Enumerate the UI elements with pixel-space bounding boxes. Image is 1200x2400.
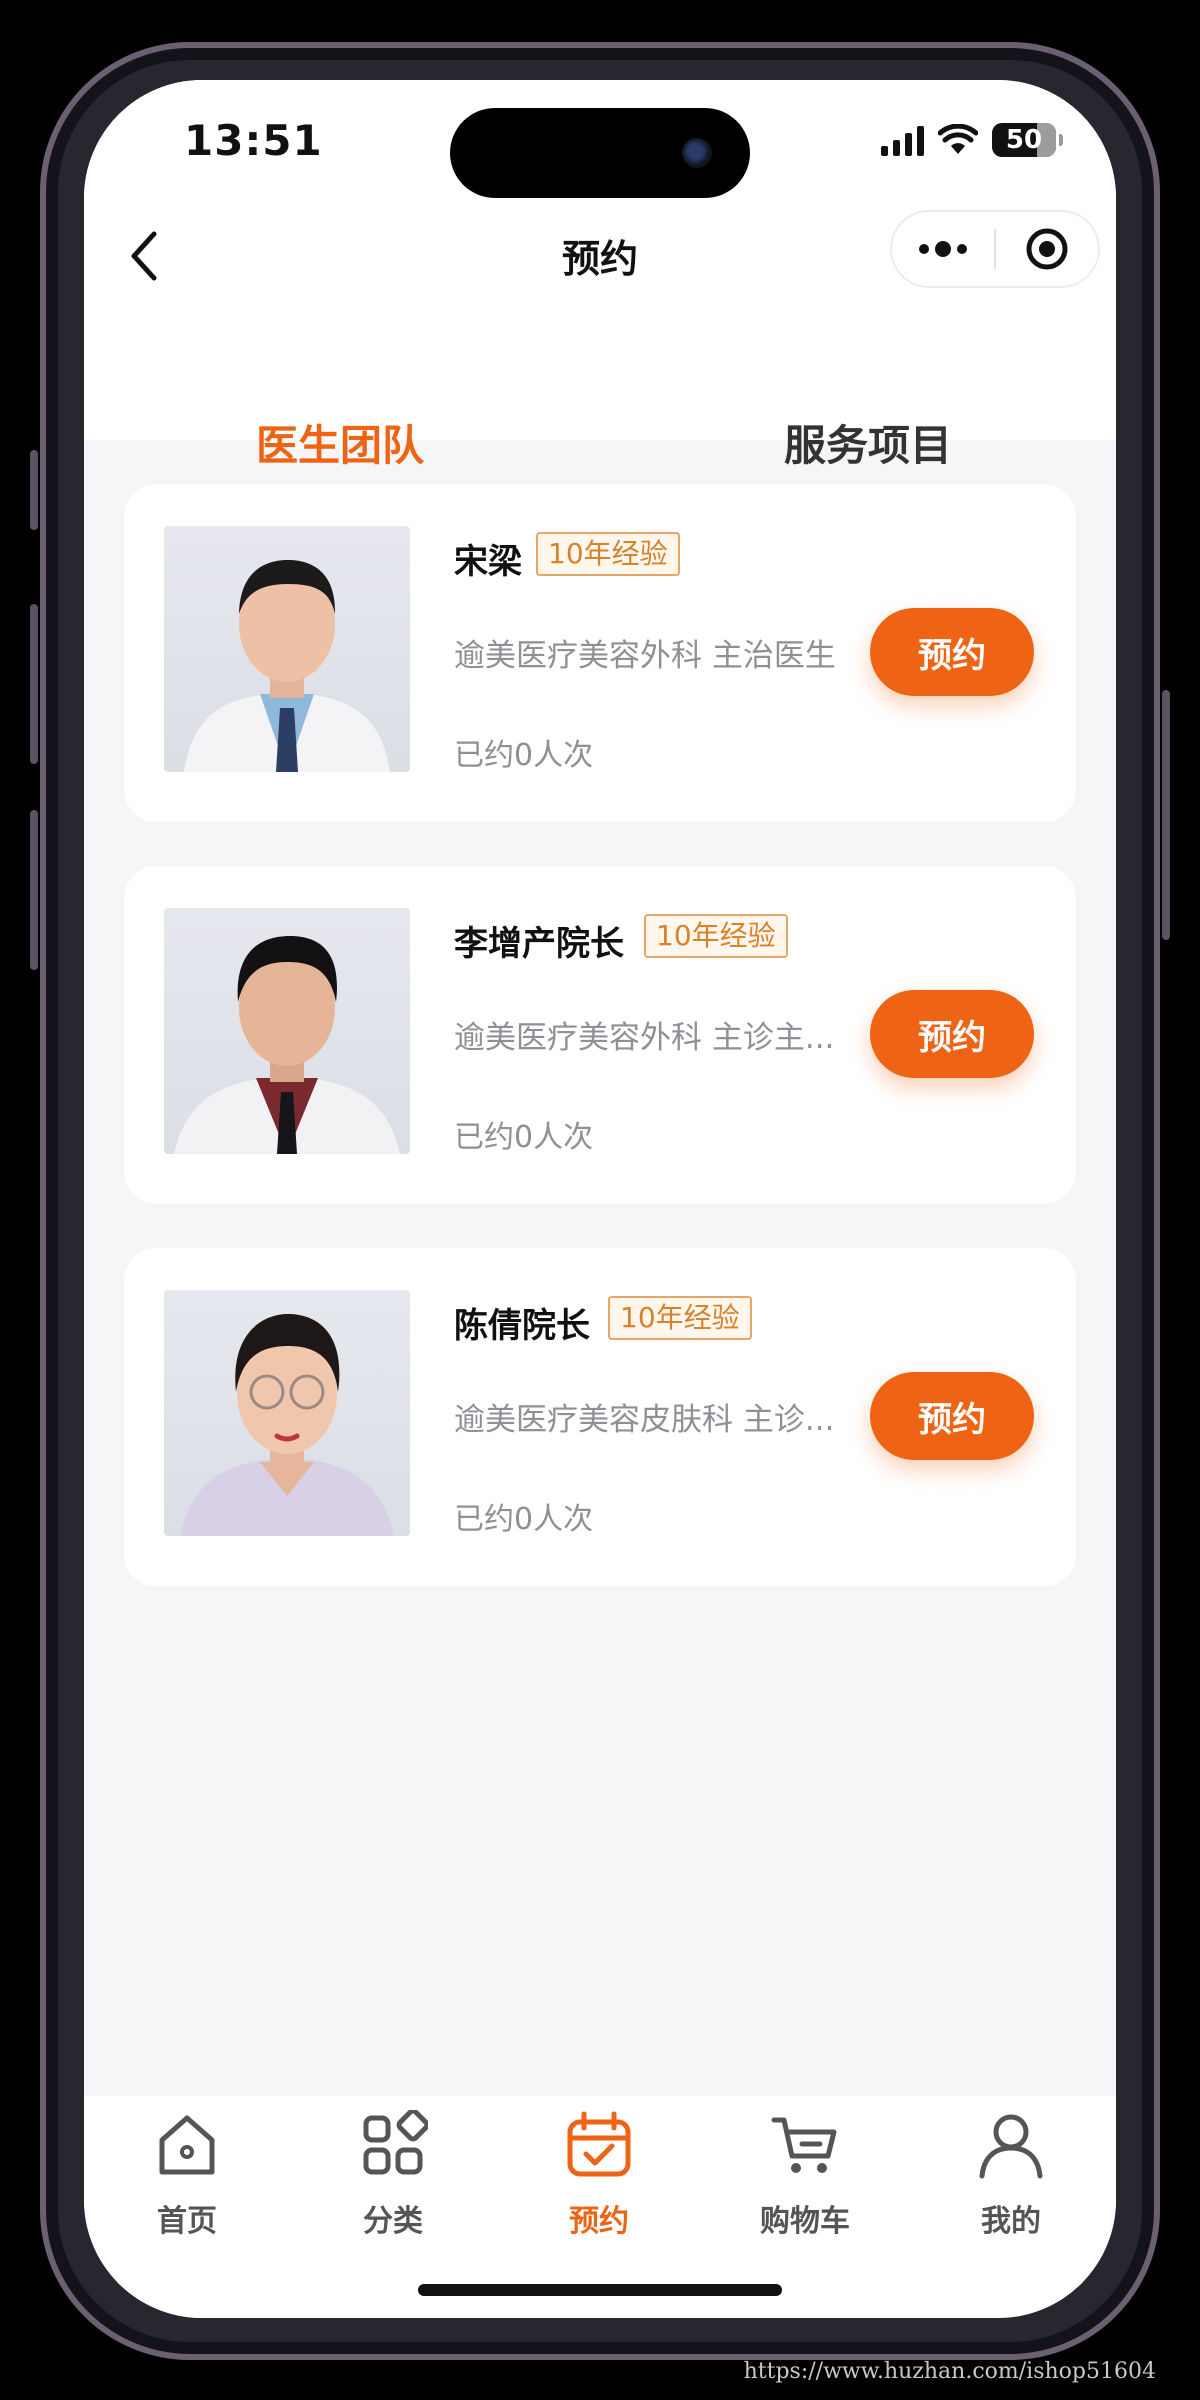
book-button[interactable]: 预约 <box>870 608 1034 696</box>
user-icon <box>979 2114 1043 2179</box>
calendar-icon <box>567 2111 631 2177</box>
close-miniapp-icon[interactable] <box>996 227 1098 271</box>
booking-count: 已约0人次 <box>454 738 594 773</box>
doctor-title: 逾美医疗美容皮肤科 主诊... <box>454 1402 835 1438</box>
home-indicator[interactable] <box>418 2284 782 2296</box>
power-button <box>1162 690 1170 940</box>
booking-count: 已约0人次 <box>454 1502 594 1537</box>
mute-switch <box>30 450 38 530</box>
battery-icon: 50 <box>992 123 1063 157</box>
volume-up-button <box>30 604 38 764</box>
tabbar-item-home[interactable]: 首页 <box>84 2110 290 2240</box>
category-icon <box>363 2110 428 2175</box>
book-button[interactable]: 预约 <box>870 1372 1034 1460</box>
tabbar-label: 首页 <box>157 2204 217 2239</box>
doctor-photo <box>164 526 410 772</box>
doctor-name: 陈倩院长 <box>454 1306 590 1346</box>
tab-doctor-team[interactable]: 医生团队 <box>256 412 424 473</box>
watermark-text: https://www.huzhan.com/ishop51604 <box>743 2359 1156 2384</box>
cart-icon <box>771 2117 837 2173</box>
doctor-card[interactable]: 李增产院长 10年经验 逾美医疗美容外科 主诊主... 已约0人次 预约 <box>124 866 1076 1204</box>
phone-screen: 13:51 50 预约 医生团队 服务项目 宋梁 10年经验 逾美医疗美容外科 … <box>84 80 1116 2318</box>
miniapp-capsule <box>890 210 1100 288</box>
book-button[interactable]: 预约 <box>870 990 1034 1078</box>
signal-icon <box>881 124 924 156</box>
tabbar-item-booking[interactable]: 预约 <box>496 2110 702 2240</box>
volume-down-button <box>30 810 38 970</box>
dynamic-island <box>450 108 750 198</box>
doctor-photo <box>164 1290 410 1536</box>
tabbar-label: 预约 <box>569 2204 629 2239</box>
doctor-card[interactable]: 陈倩院长 10年经验 逾美医疗美容皮肤科 主诊... 已约0人次 预约 <box>124 1248 1076 1586</box>
tabbar-item-cart[interactable]: 购物车 <box>702 2110 908 2240</box>
tabbar-item-category[interactable]: 分类 <box>290 2110 496 2240</box>
tabbar-label: 分类 <box>363 2204 423 2239</box>
home-icon <box>159 2115 215 2175</box>
wifi-icon <box>938 124 978 154</box>
battery-level: 50 <box>1005 125 1043 155</box>
doctor-title: 逾美医疗美容外科 主治医生 <box>454 638 836 674</box>
tabbar-label: 我的 <box>981 2204 1041 2239</box>
tabbar-label: 购物车 <box>760 2204 850 2239</box>
doctor-title: 逾美医疗美容外科 主诊主... <box>454 1020 835 1056</box>
tab-services[interactable]: 服务项目 <box>784 412 952 473</box>
status-icons: 50 <box>881 120 1063 160</box>
tabbar-item-profile[interactable]: 我的 <box>908 2110 1114 2240</box>
booking-count: 已约0人次 <box>454 1120 594 1155</box>
doctor-card[interactable]: 宋梁 10年经验 逾美医疗美容外科 主治医生 已约0人次 预约 <box>124 484 1076 822</box>
camera-icon <box>682 138 712 168</box>
more-icon[interactable] <box>892 241 994 257</box>
status-time: 13:51 <box>184 116 323 165</box>
doctor-photo <box>164 908 410 1154</box>
experience-badge: 10年经验 <box>536 532 680 576</box>
experience-badge: 10年经验 <box>644 914 788 958</box>
doctor-name: 李增产院长 <box>454 924 624 964</box>
experience-badge: 10年经验 <box>608 1296 752 1340</box>
bottom-tab-bar: 首页 分类 预约 购物车 我的 <box>84 2096 1116 2318</box>
doctor-name: 宋梁 <box>454 542 522 582</box>
